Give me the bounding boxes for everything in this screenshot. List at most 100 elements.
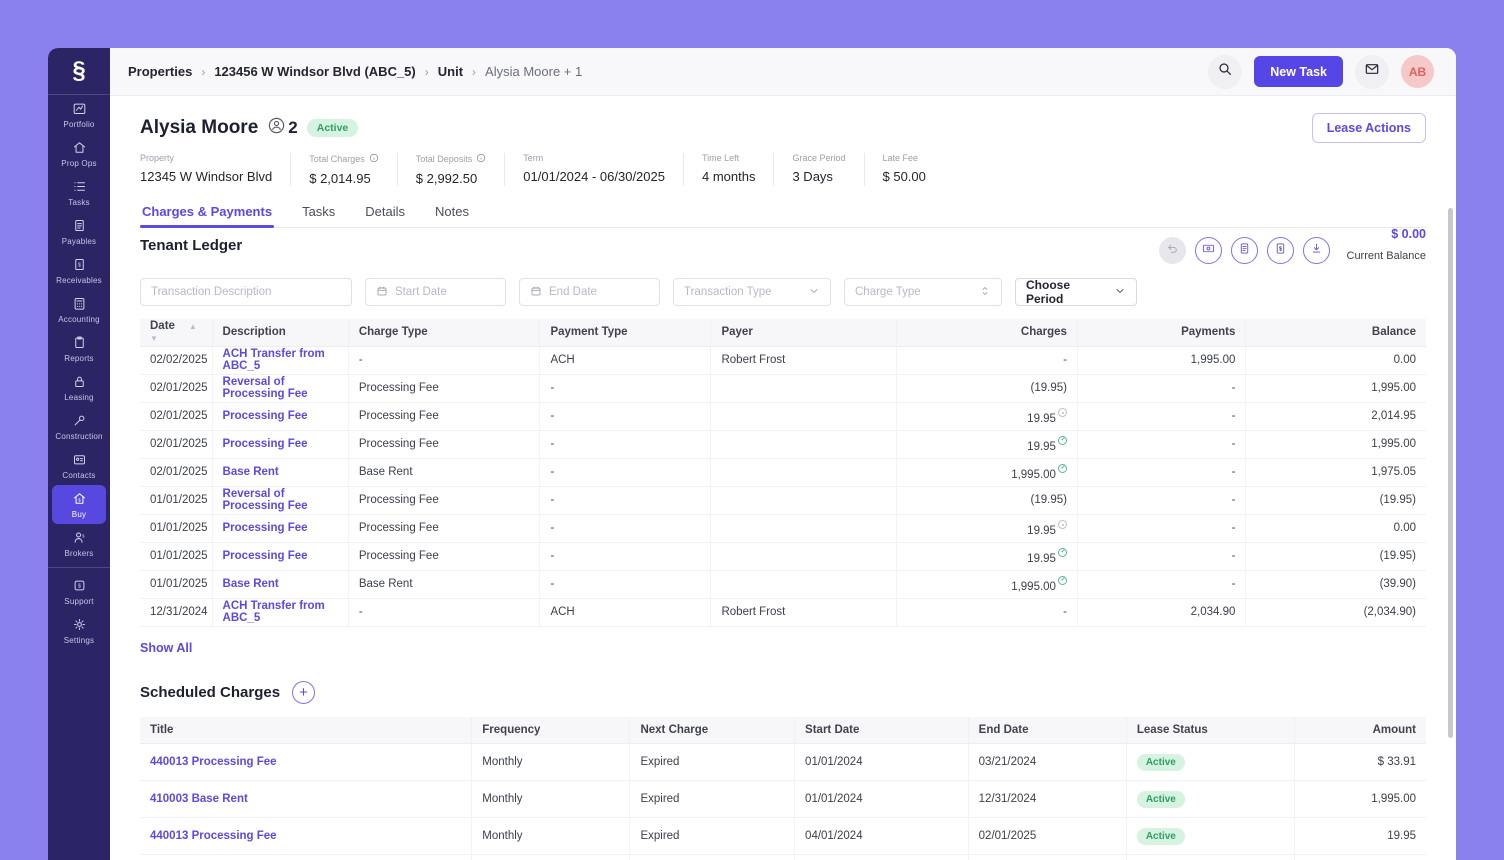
breadcrumb-unit[interactable]: Unit — [438, 64, 463, 79]
show-all-link[interactable]: Show All — [140, 641, 192, 655]
cell-balance: 0.00 — [1246, 514, 1426, 542]
lease-actions-button[interactable]: Lease Actions — [1312, 113, 1426, 143]
cell-date: 02/02/2025 — [140, 346, 212, 374]
add-scheduled-charge-button[interactable]: + — [292, 681, 315, 704]
transaction-type-select[interactable]: Transaction Type — [673, 278, 831, 306]
scheduled-charge-link[interactable]: 440013 Processing Fee — [150, 830, 277, 842]
cell-amount: 19.95 — [1295, 818, 1426, 855]
column-date[interactable]: Date▲▼ — [140, 319, 212, 346]
sidebar-item-brokers[interactable]: $ Brokers — [52, 524, 106, 563]
cell-payment-type: - — [540, 402, 711, 430]
info-icon[interactable] — [369, 153, 379, 165]
cell-payments: - — [1077, 514, 1245, 542]
sidebar-item-payables[interactable]: Payables — [52, 212, 106, 251]
status-badge: Active — [307, 119, 359, 137]
start-date-input[interactable]: Start Date — [365, 278, 506, 306]
sidebar-item-accounting[interactable]: Accounting — [52, 290, 106, 329]
sidebar-item-label: Receivables — [56, 276, 102, 285]
transaction-link[interactable]: Base Rent — [223, 466, 279, 478]
tab-notes[interactable]: Notes — [433, 200, 471, 227]
page-title: Alysia Moore — [140, 117, 258, 139]
cell-payment-type: - — [540, 458, 711, 486]
transaction-link[interactable]: Reversal of Processing Fee — [223, 376, 308, 400]
tab-bar: Charges & Payments Tasks Details Notes — [140, 200, 1426, 228]
statement-button[interactable] — [1231, 237, 1258, 264]
cell-payments: - — [1077, 374, 1245, 402]
sidebar-item-support[interactable]: $ Support — [52, 572, 106, 611]
transaction-description-input[interactable] — [140, 278, 352, 306]
invoice-dollar-icon: $ — [72, 257, 87, 274]
calendar-icon — [376, 285, 388, 300]
avatar[interactable]: AB — [1401, 55, 1434, 88]
sidebar-item-label: Brokers — [65, 549, 94, 558]
breadcrumb-property[interactable]: 123456 W Windsor Blvd (ABC_5) — [214, 64, 415, 79]
sidebar-item-leasing[interactable]: Leasing — [52, 368, 106, 407]
cell-start-date: 01/01/2024 — [795, 744, 969, 781]
cell-end-date: 12/31/2024 — [968, 781, 1126, 818]
tab-charges-payments[interactable]: Charges & Payments — [140, 200, 274, 227]
cell-date: 01/01/2025 — [140, 542, 212, 570]
column-payment-type: Payment Type — [540, 319, 711, 346]
tab-details[interactable]: Details — [363, 200, 407, 227]
sidebar-item-reports[interactable]: Reports — [52, 329, 106, 368]
card-icon — [1202, 242, 1215, 260]
ledger-actions: $ $ 0.00 Current Balance — [1159, 237, 1427, 264]
search-button[interactable] — [1208, 55, 1242, 89]
messages-button[interactable] — [1355, 55, 1389, 89]
invoice-button[interactable]: $ — [1267, 237, 1294, 264]
new-task-button[interactable]: New Task — [1254, 56, 1343, 87]
info-icon[interactable] — [476, 153, 486, 165]
sidebar-item-settings[interactable]: Settings — [52, 611, 106, 650]
choose-period-select[interactable]: Choose Period — [1015, 278, 1137, 306]
cell-date: 02/01/2025 — [140, 430, 212, 458]
cell-payment-type: ACH — [540, 598, 711, 626]
cell-payer — [711, 514, 896, 542]
end-date-input[interactable]: End Date — [519, 278, 660, 306]
document-icon — [72, 218, 87, 235]
charge-type-select[interactable]: Charge Type — [844, 278, 1002, 306]
download-button[interactable] — [1303, 237, 1330, 264]
charge-status-icon — [1058, 408, 1067, 417]
transaction-link[interactable]: Base Rent — [223, 578, 279, 590]
breadcrumb-separator: › — [425, 65, 429, 79]
breadcrumb: Properties › 123456 W Windsor Blvd (ABC_… — [128, 64, 582, 79]
cell-payments: - — [1077, 542, 1245, 570]
cell-payment-type: - — [540, 430, 711, 458]
occupant-count[interactable]: 2 — [267, 116, 297, 140]
transaction-link[interactable]: Processing Fee — [223, 410, 308, 422]
sidebar-item-label: Settings — [64, 636, 95, 645]
transaction-link[interactable]: Processing Fee — [223, 438, 308, 450]
cell-payments: - — [1077, 430, 1245, 458]
transaction-link[interactable]: ACH Transfer from ABC_5 — [223, 348, 325, 372]
scrollbar[interactable] — [1448, 208, 1453, 738]
transaction-link[interactable]: Reversal of Processing Fee — [223, 488, 308, 512]
lease-status-badge: Active — [1137, 791, 1185, 808]
sidebar: § Portfolio Prop Ops Tasks Payables $ Re… — [48, 48, 110, 860]
cell-balance: 0.00 — [1246, 346, 1426, 374]
sidebar-item-portfolio[interactable]: Portfolio — [52, 95, 106, 134]
cell-payer — [711, 570, 896, 598]
sidebar-item-buy[interactable]: $ Buy — [52, 485, 106, 524]
scheduled-header-row: Title Frequency Next Charge Start Date E… — [140, 717, 1426, 744]
breadcrumb-properties[interactable]: Properties — [128, 64, 192, 79]
sidebar-item-contacts[interactable]: Contacts — [52, 446, 106, 485]
download-icon — [1310, 242, 1323, 260]
sidebar-item-receivables[interactable]: $ Receivables — [52, 251, 106, 290]
ledger-title: Tenant Ledger — [140, 237, 242, 254]
sidebar-item-construction[interactable]: Construction — [52, 407, 106, 446]
svg-text:$: $ — [77, 583, 81, 589]
sidebar-item-tasks[interactable]: Tasks — [52, 173, 106, 212]
transaction-link[interactable]: Processing Fee — [223, 550, 308, 562]
app-window: § Portfolio Prop Ops Tasks Payables $ Re… — [48, 48, 1456, 860]
transaction-link[interactable]: ACH Transfer from ABC_5 — [223, 600, 325, 624]
cell-charges: (19.95) — [896, 486, 1077, 514]
scheduled-charge-link[interactable]: 410003 Base Rent — [150, 793, 248, 805]
scheduled-charge-link[interactable]: 440013 Processing Fee — [150, 756, 277, 768]
tab-tasks[interactable]: Tasks — [300, 200, 337, 227]
sidebar-item-prop-ops[interactable]: Prop Ops — [52, 134, 106, 173]
cell-charges: - — [896, 346, 1077, 374]
transaction-link[interactable]: Processing Fee — [223, 522, 308, 534]
mail-icon — [1364, 61, 1380, 82]
ledger-header-row: Date▲▼ Description Charge Type Payment T… — [140, 319, 1426, 346]
payment-card-button[interactable] — [1195, 237, 1222, 264]
